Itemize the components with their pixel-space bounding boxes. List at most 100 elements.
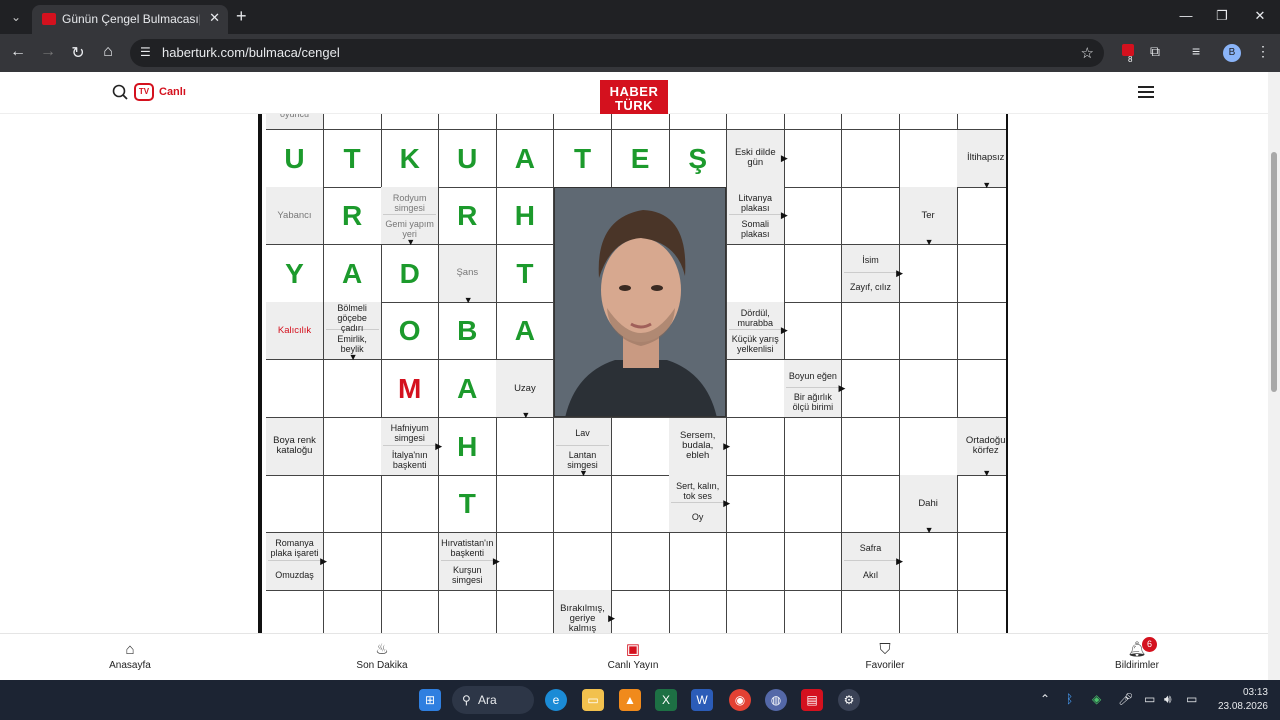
grid-cell[interactable]: Y <box>266 244 324 303</box>
grid-cell[interactable]: A <box>381 114 440 130</box>
menu-kebab-icon[interactable]: ⋮ <box>1256 43 1270 60</box>
security-icon[interactable]: ◈ <box>1092 692 1101 706</box>
settings-app-icon[interactable]: ⚙ <box>838 689 860 711</box>
grid-cell[interactable]: T <box>438 475 497 534</box>
grid-cell[interactable]: U <box>266 129 324 188</box>
grid-cell[interactable] <box>726 417 785 476</box>
grid-cell[interactable]: D <box>381 244 440 303</box>
page-scrollbar-thumb[interactable] <box>1271 152 1277 392</box>
grid-cell[interactable] <box>899 360 958 418</box>
grid-cell[interactable] <box>842 360 900 418</box>
extensions-puzzle-icon[interactable]: ⧉ <box>1150 43 1160 60</box>
live-link[interactable]: Canlı <box>159 86 186 98</box>
answer-letter[interactable]: U <box>439 130 496 187</box>
grid-cell[interactable]: B <box>438 302 497 361</box>
answer-letter[interactable]: U <box>266 130 323 187</box>
grid-cell[interactable] <box>323 360 382 418</box>
grid-cell[interactable] <box>842 417 900 476</box>
grid-cell[interactable] <box>266 360 324 418</box>
grid-cell[interactable] <box>957 533 1006 591</box>
grid-cell[interactable]: K <box>381 129 440 188</box>
nav-favorites[interactable]: ⛉ Favoriler <box>830 640 940 671</box>
grid-cell[interactable] <box>957 187 1006 246</box>
windows-start-icon[interactable]: ⊞ <box>419 689 441 711</box>
grid-cell[interactable]: R <box>323 187 382 246</box>
grid-cell[interactable] <box>784 129 843 188</box>
answer-letter[interactable]: B <box>439 302 496 359</box>
grid-cell[interactable] <box>266 475 324 534</box>
grid-cell[interactable] <box>611 475 670 534</box>
grid-cell[interactable] <box>496 590 555 634</box>
grid-cell[interactable] <box>381 475 440 534</box>
app-icon[interactable]: ◍ <box>765 689 787 711</box>
grid-cell[interactable]: A <box>323 244 382 303</box>
grid-cell[interactable] <box>324 590 382 634</box>
grid-cell[interactable]: E <box>611 129 670 188</box>
grid-cell[interactable] <box>899 417 958 476</box>
grid-cell[interactable]: E <box>669 114 728 130</box>
answer-letter[interactable]: D <box>381 245 438 302</box>
answer-letter[interactable]: A <box>496 130 553 187</box>
grid-cell[interactable] <box>784 590 843 634</box>
answer-letter[interactable]: H <box>439 418 496 475</box>
tray-chevron-icon[interactable]: ⌃ <box>1040 692 1050 706</box>
haberturk-app-icon[interactable]: ▤ <box>801 689 823 711</box>
grid-cell[interactable] <box>842 302 900 361</box>
minimize-icon[interactable]: — <box>1176 8 1196 23</box>
grid-cell[interactable] <box>266 590 324 634</box>
system-clock[interactable]: 03:13 23.08.2026 <box>1214 686 1268 714</box>
grid-cell[interactable] <box>957 590 1006 634</box>
grid-cell[interactable]: E <box>554 114 612 130</box>
hamburger-menu-icon[interactable] <box>1138 86 1154 98</box>
grid-cell[interactable] <box>899 302 958 361</box>
grid-cell[interactable] <box>496 417 555 476</box>
answer-letter[interactable]: O <box>381 302 438 359</box>
grid-cell[interactable] <box>842 475 900 534</box>
grid-cell[interactable] <box>784 417 843 476</box>
home-icon[interactable]: ⌂ <box>98 43 118 61</box>
grid-cell[interactable] <box>726 114 785 130</box>
grid-cell[interactable] <box>669 590 728 634</box>
close-window-icon[interactable]: ✕ <box>1250 8 1270 24</box>
taskbar-search[interactable]: ⚲ Ara <box>452 686 534 714</box>
grid-cell[interactable]: U <box>438 129 497 188</box>
reload-icon[interactable]: ↻ <box>68 43 88 63</box>
answer-letter[interactable]: Y <box>266 245 323 302</box>
grid-cell[interactable] <box>899 244 958 303</box>
grid-cell[interactable] <box>611 532 670 591</box>
grid-cell[interactable] <box>726 532 785 591</box>
grid-cell[interactable] <box>842 187 900 246</box>
answer-letter[interactable]: T <box>439 475 496 532</box>
grid-cell[interactable]: T <box>496 114 555 130</box>
grid-cell[interactable]: H <box>438 417 497 476</box>
grid-cell[interactable] <box>784 302 843 361</box>
grid-cell[interactable]: O <box>381 302 440 361</box>
vlc-icon[interactable]: ▲ <box>619 689 641 711</box>
grid-cell[interactable] <box>784 475 843 534</box>
grid-cell[interactable] <box>899 114 958 130</box>
grid-cell[interactable]: M <box>381 360 440 418</box>
address-bar[interactable]: ☰ haberturk.com/bulmaca/cengel ☆ <box>130 39 1104 67</box>
answer-letter[interactable]: S <box>324 114 381 129</box>
answer-letter[interactable]: E <box>554 114 611 129</box>
forward-icon[interactable]: → <box>38 43 58 61</box>
answer-letter[interactable]: H <box>439 114 496 129</box>
grid-cell[interactable] <box>323 532 382 591</box>
grid-cell[interactable] <box>496 475 555 534</box>
back-icon[interactable]: ← <box>8 43 28 61</box>
answer-letter[interactable]: Ş <box>669 130 726 187</box>
grid-cell[interactable] <box>669 532 728 591</box>
bluetooth-icon[interactable]: ᛒ <box>1066 692 1073 706</box>
grid-cell[interactable]: T <box>323 129 382 188</box>
answer-letter[interactable]: E <box>669 114 726 129</box>
answer-letter[interactable]: T <box>324 130 381 187</box>
answer-letter[interactable]: R <box>324 187 381 244</box>
volume-icon[interactable]: 🔊︎ <box>1164 692 1172 707</box>
grid-cell[interactable] <box>554 475 612 534</box>
answer-letter[interactable]: T <box>554 130 611 187</box>
grid-cell[interactable] <box>496 532 555 591</box>
grid-cell[interactable] <box>611 114 670 130</box>
tab-close-icon[interactable]: ✕ <box>209 10 220 26</box>
restore-icon[interactable]: ❐ <box>1212 8 1232 24</box>
new-tab-icon[interactable]: + <box>236 6 247 27</box>
